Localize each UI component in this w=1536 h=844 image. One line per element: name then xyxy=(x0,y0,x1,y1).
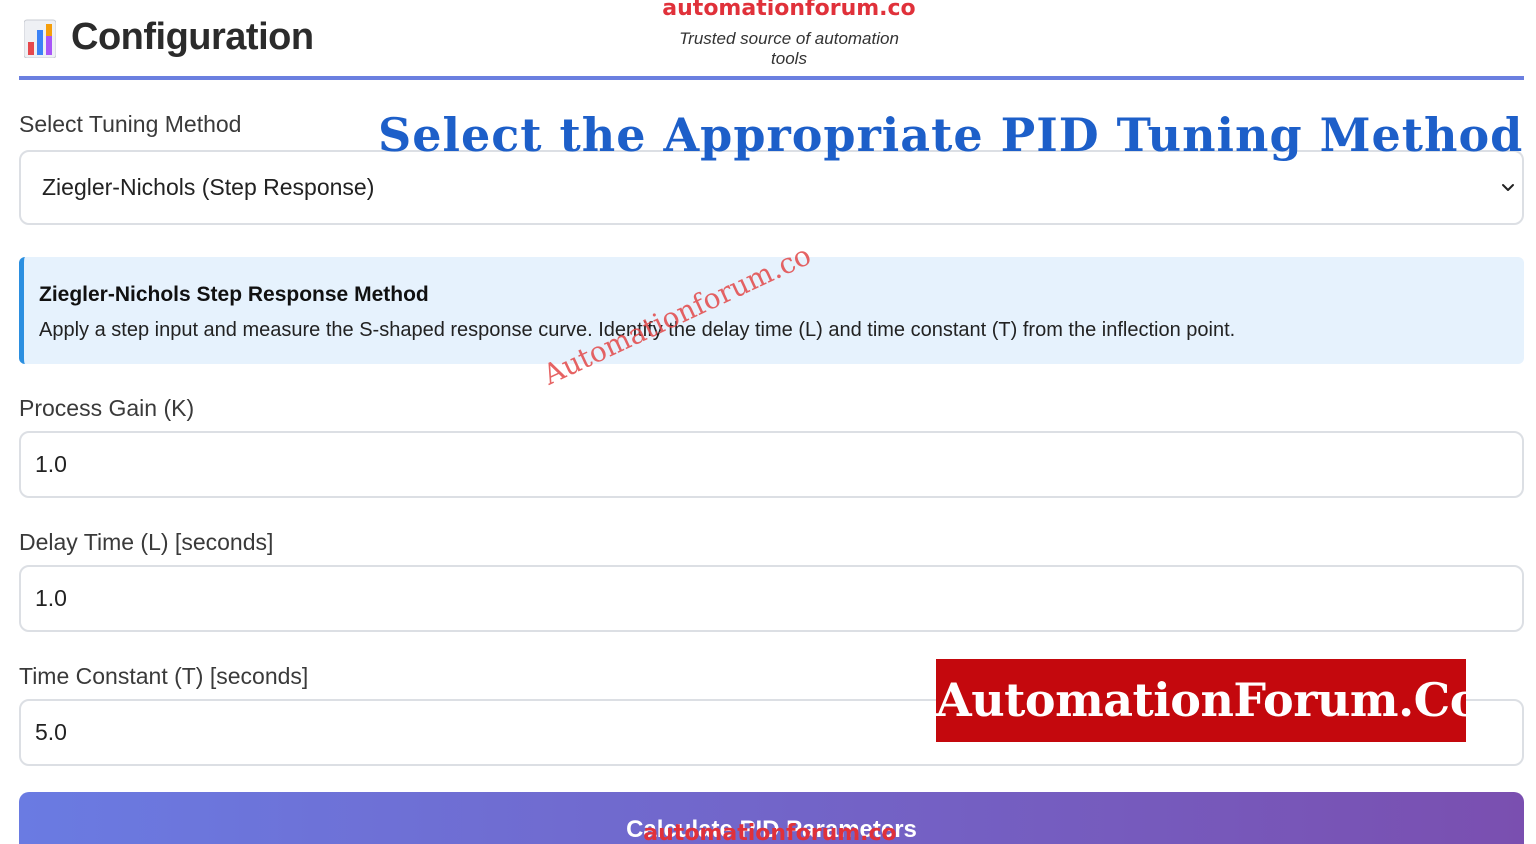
chevron-down-icon xyxy=(1502,184,1514,191)
brand-badge-watermark: AutomationForum.Co xyxy=(936,659,1466,742)
method-info-title: Ziegler-Nichols Step Response Method xyxy=(39,283,429,306)
brand-watermark: automationforum.co xyxy=(662,0,916,21)
time-constant-label: Time Constant (T) [seconds] xyxy=(19,663,309,689)
configuration-page: Configuration automationforum.co Trusted… xyxy=(0,0,1536,844)
header: Configuration automationforum.co Trusted… xyxy=(19,0,1524,80)
delay-time-label: Delay Time (L) [seconds] xyxy=(19,529,274,555)
brand-tagline: Trusted source of automation tools xyxy=(679,29,899,68)
tuning-method-label: Select Tuning Method xyxy=(19,111,242,137)
tuning-method-value: Ziegler-Nichols (Step Response) xyxy=(42,174,375,200)
page-title: Configuration xyxy=(71,16,314,58)
overlay-heading: Select the Appropriate PID Tuning Method xyxy=(378,108,1524,162)
process-gain-label: Process Gain (K) xyxy=(19,395,195,421)
process-gain-input[interactable] xyxy=(19,431,1524,498)
delay-time-input[interactable] xyxy=(19,565,1524,632)
button-watermark: automationforum.co xyxy=(643,821,897,844)
bar-chart-icon xyxy=(24,19,56,58)
